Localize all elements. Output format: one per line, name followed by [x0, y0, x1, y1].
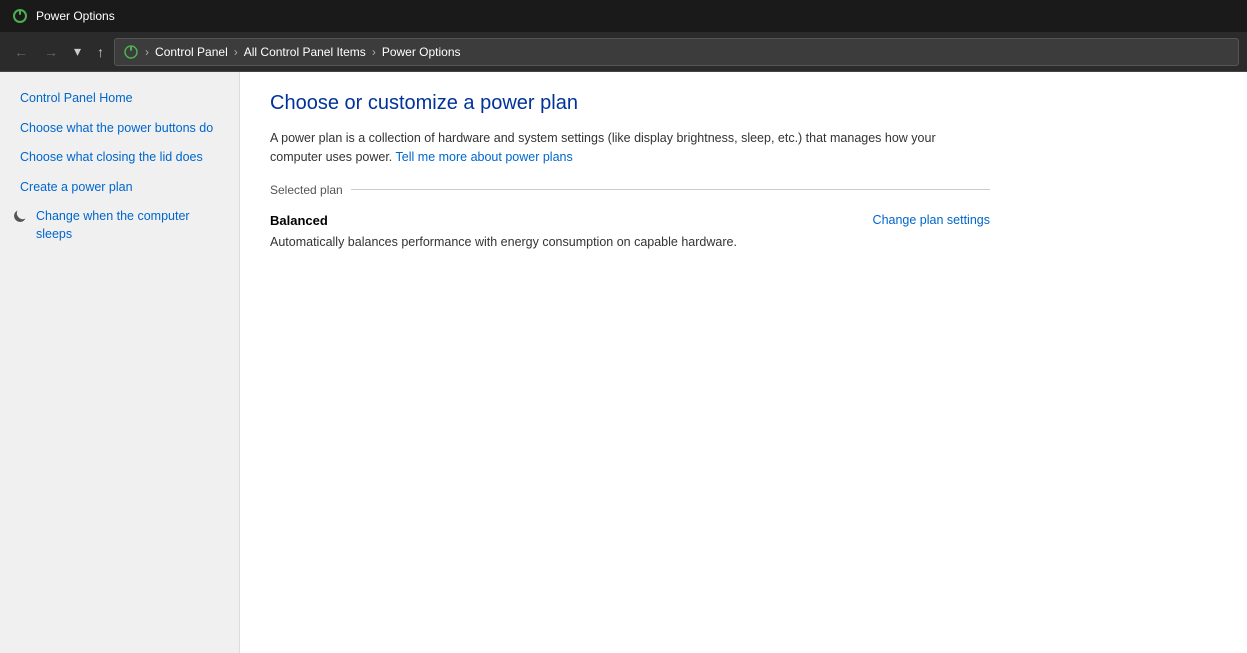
address-bar: ← → ▾ ↑ › Control Panel › All Control Pa…	[0, 32, 1247, 72]
divider-line	[351, 189, 990, 190]
path-power-options[interactable]: Power Options	[382, 45, 461, 59]
window-title: Power Options	[36, 9, 115, 23]
back-icon: ←	[14, 44, 28, 60]
sidebar-item-closing-lid[interactable]: Choose what closing the lid does	[0, 143, 239, 173]
sidebar-item-change-sleep-label: Change when the computer sleeps	[36, 208, 223, 243]
dropdown-button[interactable]: ▾	[68, 39, 87, 64]
section-label: Selected plan	[270, 183, 351, 197]
power-options-icon	[12, 8, 28, 24]
sidebar-item-change-sleep[interactable]: Change when the computer sleeps	[0, 202, 239, 249]
sidebar-item-power-buttons[interactable]: Choose what the power buttons do	[0, 114, 239, 144]
up-icon: ↑	[97, 44, 104, 60]
main-layout: Control Panel Home Choose what the power…	[0, 72, 1247, 653]
page-description: A power plan is a collection of hardware…	[270, 129, 990, 167]
sidebar-item-create-power-plan[interactable]: Create a power plan	[0, 173, 239, 203]
plan-description: Automatically balances performance with …	[270, 234, 790, 252]
plan-name: Balanced	[270, 213, 328, 228]
forward-button[interactable]: →	[38, 40, 64, 64]
path-all-items[interactable]: All Control Panel Items	[244, 45, 366, 59]
path-sep-3: ›	[372, 45, 376, 59]
up-button[interactable]: ↑	[91, 40, 110, 64]
path-sep-1: ›	[145, 45, 149, 59]
title-bar: Power Options	[0, 0, 1247, 32]
address-path[interactable]: › Control Panel › All Control Panel Item…	[114, 38, 1239, 66]
sidebar-item-control-panel-home[interactable]: Control Panel Home	[0, 84, 239, 114]
description-text: A power plan is a collection of hardware…	[270, 131, 936, 164]
left-panel: Control Panel Home Choose what the power…	[0, 72, 240, 653]
moon-icon	[12, 208, 28, 224]
page-title: Choose or customize a power plan	[270, 92, 1217, 115]
section-divider: Selected plan	[270, 183, 990, 197]
dropdown-icon: ▾	[74, 43, 81, 60]
change-plan-settings-link[interactable]: Change plan settings	[873, 213, 990, 227]
right-content: Choose or customize a power plan A power…	[240, 72, 1247, 653]
tell-me-more-link[interactable]: Tell me more about power plans	[396, 150, 573, 164]
forward-icon: →	[44, 44, 58, 60]
plan-row: Balanced Change plan settings	[270, 213, 990, 228]
path-control-panel[interactable]: Control Panel	[155, 45, 228, 59]
folder-icon	[123, 44, 139, 60]
path-sep-2: ›	[234, 45, 238, 59]
back-button[interactable]: ←	[8, 40, 34, 64]
